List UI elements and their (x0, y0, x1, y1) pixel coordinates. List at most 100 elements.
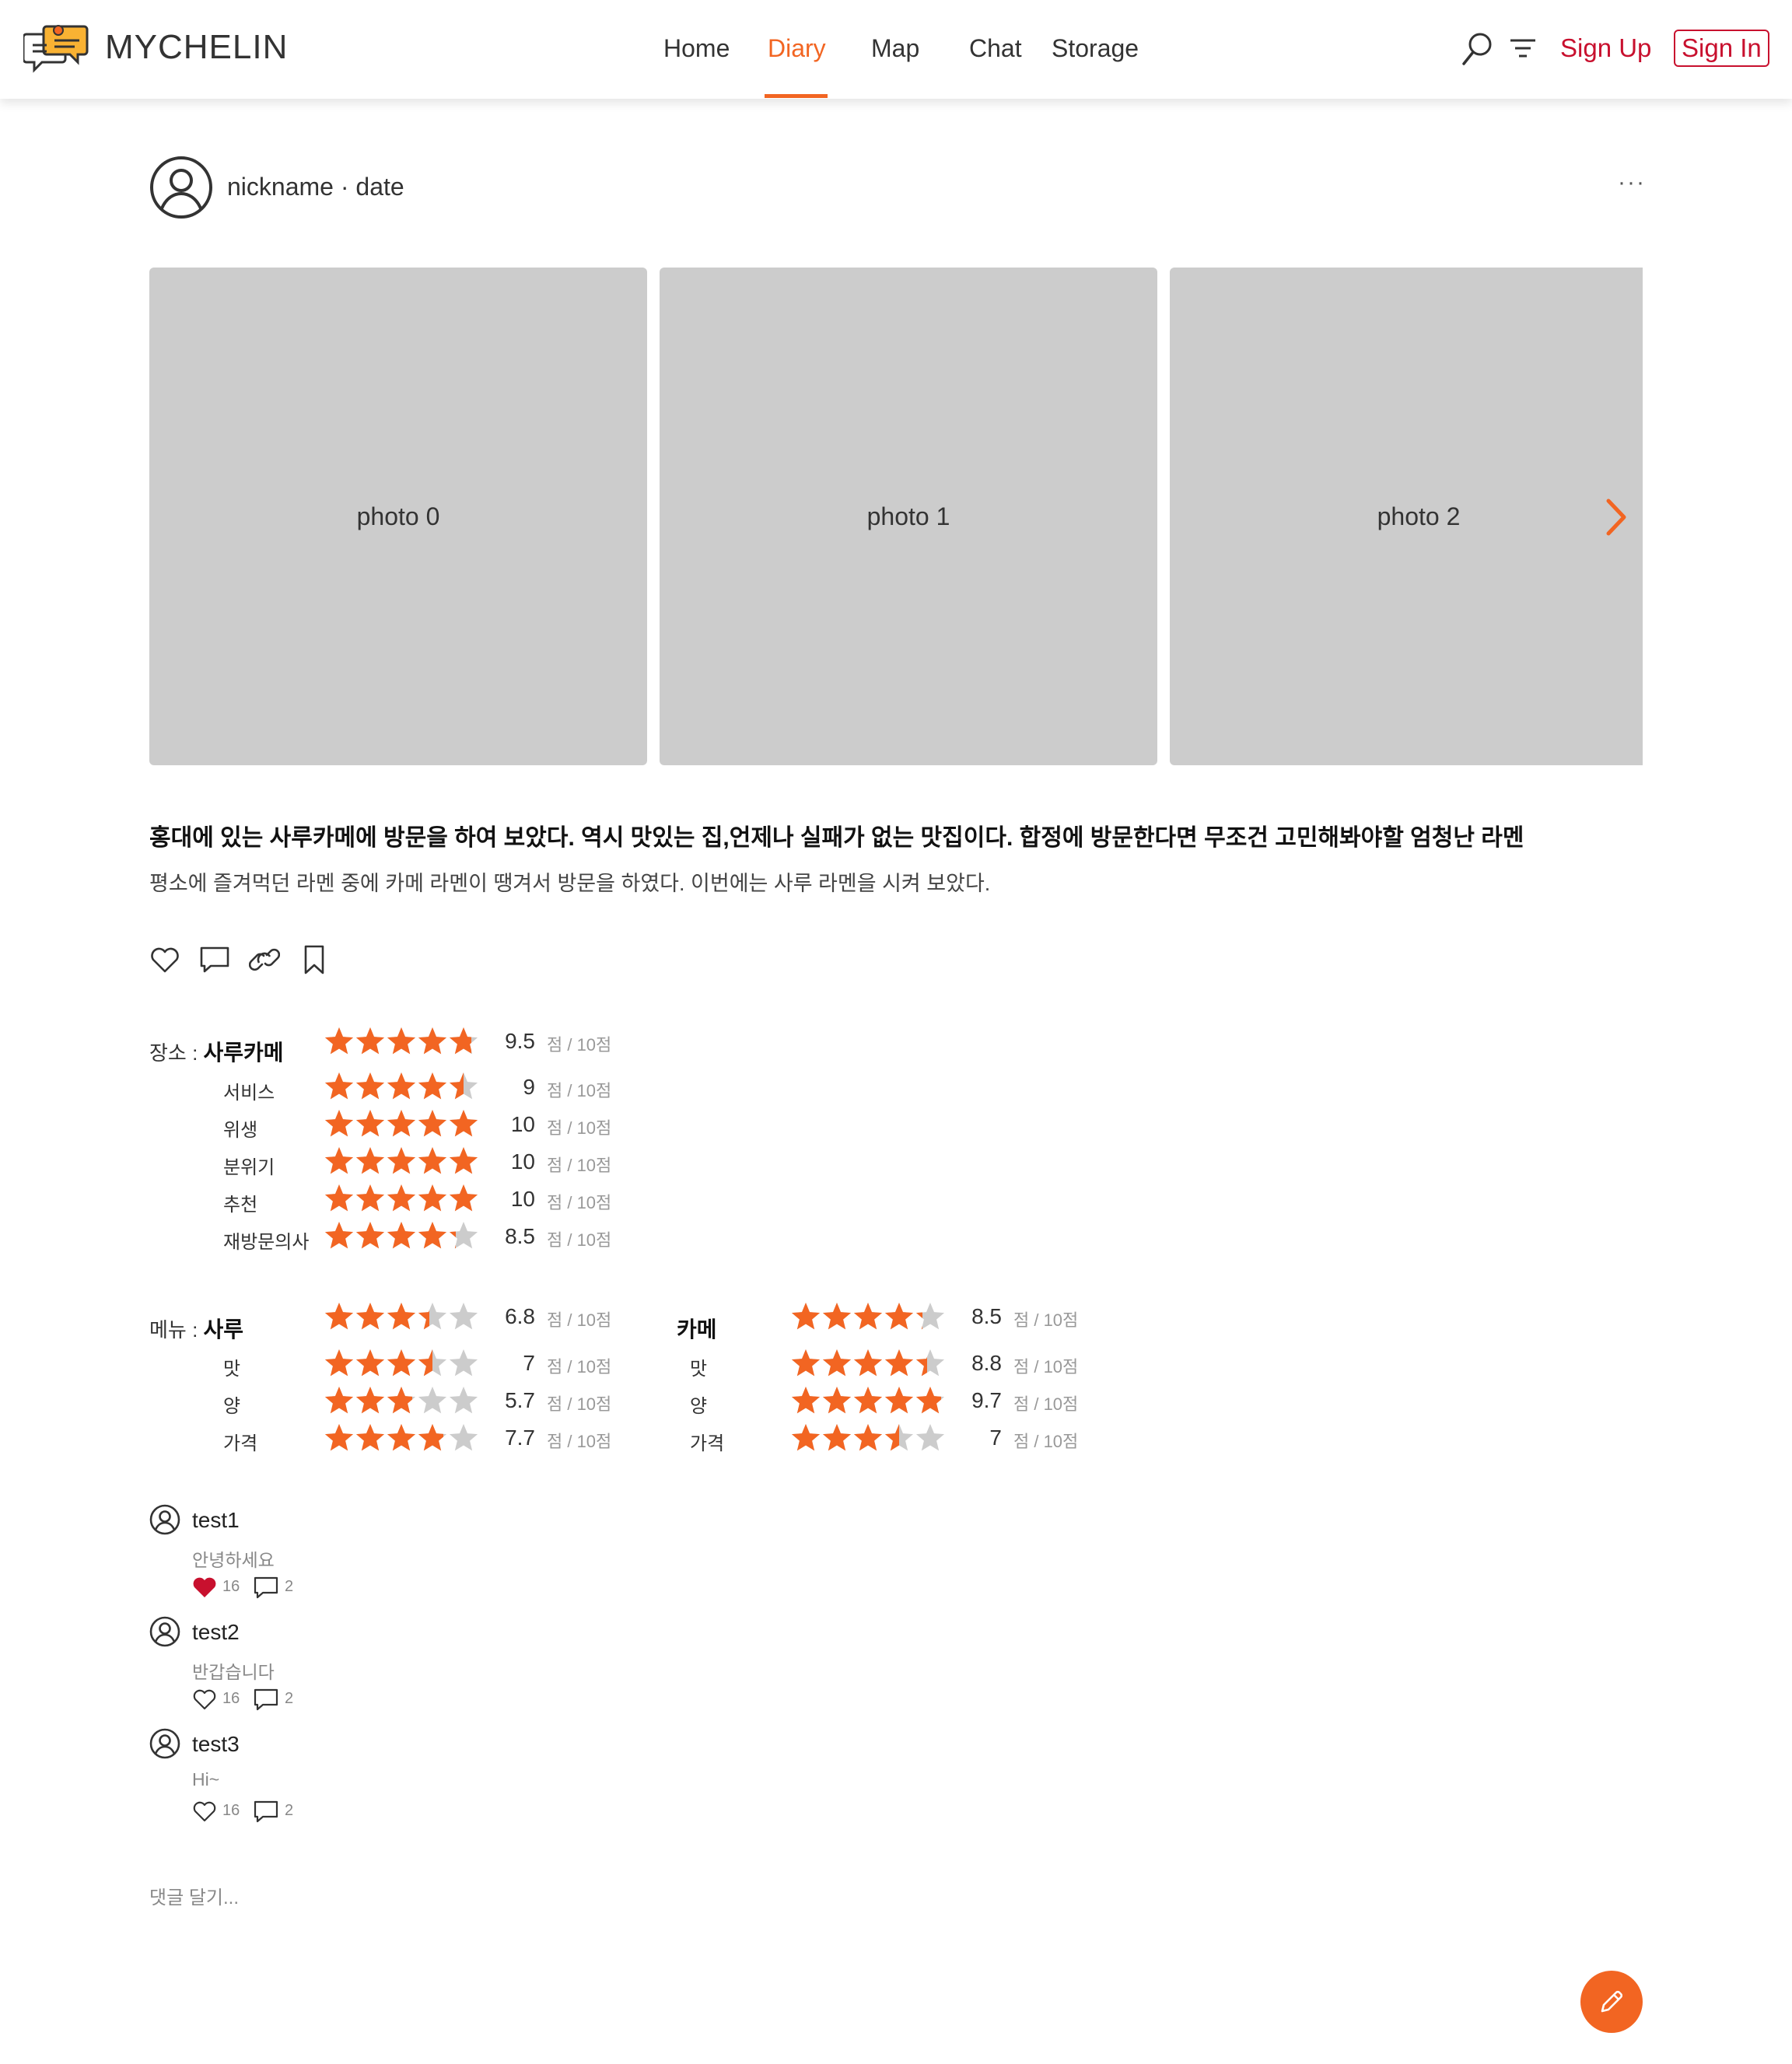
star-filled (355, 1184, 385, 1212)
score-max: 점 / 10점 (547, 1310, 612, 1330)
reply-count: 2 (285, 1578, 293, 1601)
star-filled (355, 1110, 385, 1137)
photo-slide[interactable]: photo 2 (1170, 268, 1643, 765)
heart-icon[interactable] (192, 1688, 217, 1711)
star-empty (418, 1387, 447, 1414)
score-max: 점 / 10점 (547, 1432, 612, 1451)
post-nickname[interactable]: nickname (227, 173, 334, 201)
star-filled (418, 1222, 447, 1249)
star-rating (791, 1349, 945, 1377)
place-name: 사루카메 (203, 1041, 284, 1065)
star-filled (324, 1349, 354, 1377)
star-rating (791, 1424, 945, 1451)
star-rating (324, 1424, 478, 1451)
criterion-score: 7 (989, 1426, 1002, 1450)
star-filled (355, 1349, 385, 1377)
like-count-value: 16 (222, 1690, 240, 1707)
photo-carousel: photo 0 photo 1 photo 2 (149, 268, 1643, 765)
star-rating (791, 1303, 945, 1330)
comment-icon[interactable] (199, 944, 230, 975)
menu-label: 카메 (677, 1313, 717, 1344)
rating-criterion: 추천 (223, 1195, 258, 1216)
logo-icon[interactable] (23, 22, 89, 76)
nav-home[interactable]: Home (663, 34, 730, 63)
chevron-right-icon[interactable] (1602, 496, 1630, 538)
more-options-icon[interactable]: ··· (1618, 170, 1646, 196)
user-avatar-icon[interactable] (149, 1504, 180, 1535)
comment-icon[interactable] (254, 1576, 278, 1599)
nav-storage[interactable]: Storage (1052, 34, 1139, 63)
star-empty (449, 1424, 478, 1451)
star-filled (387, 1027, 416, 1055)
star-filled (355, 1424, 385, 1451)
star-filled (853, 1303, 883, 1330)
comment-icon[interactable] (254, 1688, 278, 1711)
score-max: 점 / 10점 (547, 1118, 612, 1138)
star-rating (324, 1027, 478, 1055)
star-filled (822, 1424, 852, 1451)
post-title: 홍대에 있는 사루카메에 방문을 하여 보았다. 역시 맛있는 집,언제나 실패… (149, 825, 1524, 851)
star-filled (355, 1387, 385, 1414)
reply-count: 2 (285, 1690, 293, 1713)
photo-slide[interactable]: photo 1 (660, 268, 1157, 765)
link-icon[interactable] (249, 944, 280, 975)
comment-input[interactable]: 댓글 달기... (149, 1882, 239, 1909)
score-max: 점 / 10점 (547, 1035, 612, 1055)
heart-filled-icon[interactable] (192, 1576, 217, 1599)
comment-icon[interactable] (254, 1800, 278, 1823)
nav-chat[interactable]: Chat (969, 34, 1022, 63)
user-avatar-icon[interactable] (149, 1616, 180, 1647)
star-filled (822, 1387, 852, 1414)
rating-criterion: 분위기 (223, 1157, 275, 1178)
heart-icon[interactable] (192, 1800, 217, 1823)
star-rating (324, 1072, 478, 1100)
star-filled (387, 1184, 416, 1212)
user-avatar-icon[interactable] (149, 1728, 180, 1759)
top-navbar: MYCHELIN Home Diary Map Chat Storage Sig… (0, 0, 1792, 99)
star-rating (324, 1110, 478, 1137)
meta-separator: · (340, 173, 349, 201)
score-max: 점 / 10점 (1013, 1432, 1079, 1451)
star-filled (791, 1424, 821, 1451)
star-filled (822, 1349, 852, 1377)
heart-icon[interactable] (149, 944, 180, 975)
nav-diary[interactable]: Diary (768, 34, 826, 63)
sign-up-link[interactable]: Sign Up (1560, 33, 1651, 63)
star-rating (324, 1349, 478, 1377)
user-avatar-icon[interactable] (149, 156, 213, 219)
comment-username[interactable]: test3 (192, 1732, 240, 1757)
star-filled (418, 1424, 443, 1451)
score-max: 점 / 10점 (547, 1357, 612, 1377)
star-filled (853, 1349, 883, 1377)
star-filled (355, 1027, 385, 1055)
search-icon[interactable] (1461, 31, 1493, 67)
filter-icon[interactable] (1509, 37, 1537, 61)
reply-count-value: 2 (285, 1578, 294, 1595)
star-filled (387, 1303, 416, 1330)
criterion-score: 10 (510, 1112, 535, 1136)
comment-username[interactable]: test2 (192, 1620, 240, 1645)
score-max: 점 / 10점 (547, 1081, 612, 1100)
brand-name[interactable]: MYCHELIN (105, 28, 288, 67)
menu-label: 메뉴 : 사루 (149, 1313, 243, 1344)
rating-criterion: 양 (223, 1396, 241, 1417)
sign-in-button[interactable]: Sign In (1674, 30, 1769, 67)
comment-username[interactable]: test1 (192, 1508, 240, 1533)
star-filled (418, 1072, 447, 1100)
star-rating (324, 1303, 478, 1330)
photo-slide[interactable]: photo 0 (149, 268, 647, 765)
nav-map[interactable]: Map (871, 34, 919, 63)
comment-text: 안녕하세요 (192, 1550, 275, 1570)
active-tab-indicator (765, 94, 828, 98)
like-count: 16 (222, 1690, 240, 1713)
star-filled (355, 1147, 385, 1174)
like-count-value: 16 (222, 1578, 240, 1595)
criterion-score: 7 (523, 1351, 535, 1375)
star-filled (791, 1303, 821, 1330)
bookmark-icon[interactable] (299, 944, 330, 975)
comment-text: Hi~ (192, 1769, 220, 1789)
write-button[interactable] (1580, 1971, 1643, 2033)
rating-criterion: 맛 (690, 1359, 708, 1380)
star-rating (324, 1184, 478, 1212)
star-filled (791, 1387, 821, 1414)
